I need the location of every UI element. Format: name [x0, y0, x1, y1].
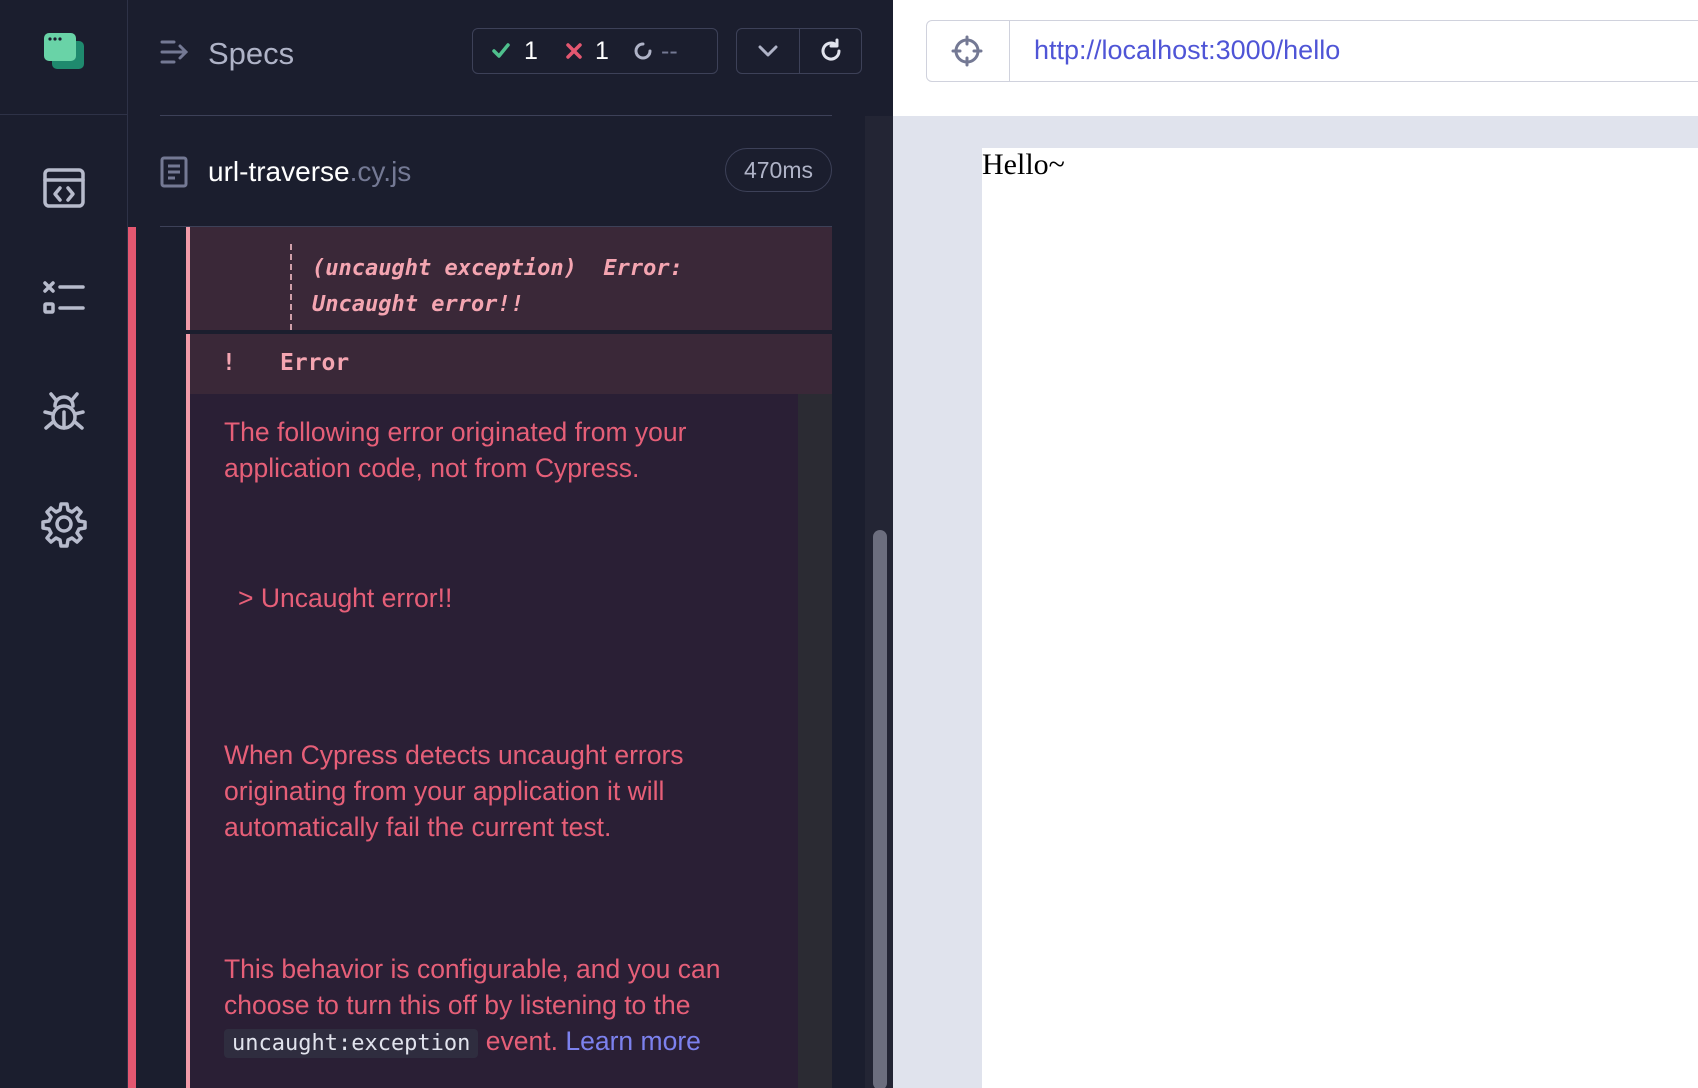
pending-count: -- — [661, 37, 678, 65]
error-scroll-track[interactable] — [798, 394, 832, 1088]
crosshair-icon — [951, 35, 983, 67]
rerun-button[interactable] — [800, 29, 862, 73]
side-nav — [0, 0, 128, 1088]
error-paragraph-4: This behavior is configurable, and you c… — [224, 951, 764, 1062]
passed-count: 1 — [524, 37, 538, 65]
code-window-icon[interactable] — [40, 164, 88, 212]
reload-icon — [821, 38, 841, 61]
gear-icon[interactable] — [40, 500, 88, 548]
selector-playground-button[interactable] — [927, 21, 1009, 81]
failed-count: 1 — [595, 37, 609, 65]
page-text: Hello~ — [982, 148, 1065, 181]
url-box: http://localhost:3000/hello — [926, 20, 1698, 82]
reporter-scrollbar[interactable] — [865, 116, 893, 1088]
chevron-down-icon — [758, 45, 778, 57]
url-text[interactable]: http://localhost:3000/hello — [1034, 35, 1340, 66]
reporter-scroll-thumb[interactable] — [873, 530, 887, 1088]
specs-label[interactable]: Specs — [208, 36, 294, 72]
app-iframe[interactable]: Hello~ — [982, 148, 1698, 1088]
spec-list-icon[interactable] — [40, 276, 88, 324]
test-reporter: Specs 1 1 -- url-traverse.cy.js 470ms (u… — [128, 0, 893, 1088]
cypress-logo — [0, 0, 127, 115]
error-paragraph-1: The following error originated from your… — [224, 417, 687, 483]
error-p4-text: This behavior is configurable, and you c… — [224, 954, 721, 1020]
file-extension: .cy.js — [349, 156, 412, 187]
document-icon — [160, 156, 188, 188]
specs-toggle-icon[interactable] — [160, 38, 192, 66]
failed-x-icon — [566, 43, 582, 59]
uncaught-exception-code: uncaught:exception — [224, 1029, 479, 1058]
error-title: Error — [280, 350, 350, 376]
passed-check-icon — [492, 43, 510, 58]
failed-indicator-bar — [128, 227, 136, 1088]
error-paragraph-2: > Uncaught error!! — [238, 583, 453, 613]
collapse-dropdown-button[interactable] — [737, 29, 799, 73]
uncaught-exception-log[interactable]: (uncaught exception) Error: Uncaught err… — [186, 227, 832, 330]
run-controls — [736, 28, 862, 74]
file-basename: url-traverse — [208, 156, 350, 187]
error-header[interactable]: ! Error — [186, 334, 832, 394]
learn-more-link[interactable]: Learn more — [565, 1026, 701, 1056]
reporter-header: Specs 1 1 -- — [128, 0, 893, 116]
spec-file-row[interactable]: url-traverse.cy.js 470ms — [128, 116, 893, 226]
error-message-body: The following error originated from your… — [186, 394, 798, 1088]
duration-badge: 470ms — [725, 148, 832, 192]
pending-spinner-icon — [634, 42, 652, 60]
exception-message: (uncaught exception) Error: Uncaught err… — [312, 256, 683, 317]
error-p4-end: event. — [485, 1026, 558, 1056]
url-bar: http://localhost:3000/hello — [893, 0, 1698, 116]
spec-file-name: url-traverse.cy.js — [208, 156, 411, 188]
error-paragraph-3: When Cypress detects uncaught errors ori… — [224, 740, 684, 842]
error-icon: ! — [222, 350, 236, 376]
test-stats: 1 1 -- — [472, 28, 718, 74]
bug-icon[interactable] — [40, 388, 88, 436]
app-under-test: http://localhost:3000/hello Hello~ — [893, 0, 1698, 1088]
